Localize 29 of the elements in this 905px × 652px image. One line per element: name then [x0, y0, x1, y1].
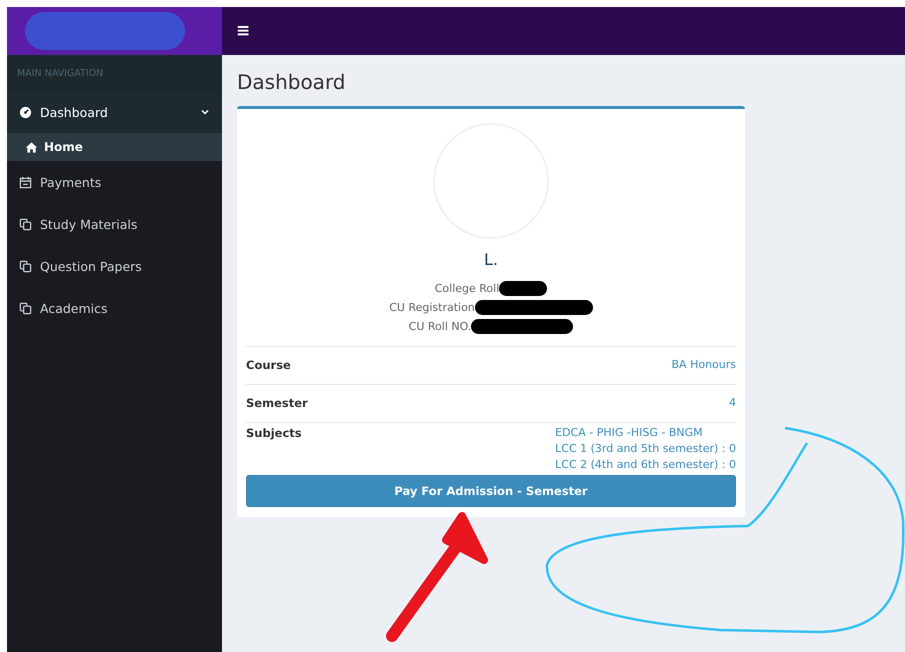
home-icon: [25, 140, 38, 154]
detail-value: LCC 2 (4th and 6th semester) : 0: [555, 458, 736, 471]
pay-button[interactable]: Pay For Admission - Semester: [246, 475, 736, 507]
chevron-icon: [200, 107, 210, 117]
detail-label: Subjects: [246, 426, 302, 442]
gauge-icon: [19, 106, 32, 118]
copy-icon: [19, 260, 32, 272]
id-label: CU Roll NO.: [408, 320, 472, 333]
copy-icon: [19, 218, 32, 230]
nav-item[interactable]: Study Materials: [7, 203, 222, 245]
detail-label: Course: [246, 358, 291, 372]
calendar-icon: [19, 176, 32, 188]
nav-heading: MAIN NAVIGATION: [7, 55, 222, 91]
id-label: College Roll: [434, 282, 500, 295]
detail-label: Semester: [246, 396, 308, 410]
detail-value: LCC 1 (3rd and 5th semester) : 0: [555, 442, 736, 455]
detail-value: EDCA - PHIG -HISG - BNGM: [555, 426, 704, 439]
detail-value: 4: [729, 396, 736, 409]
profile-name: L.: [484, 250, 498, 269]
nav-item[interactable]: Dashboard: [7, 91, 222, 133]
copy-icon: [19, 302, 32, 314]
page-title: Dashboard: [237, 70, 347, 94]
menu-icon[interactable]: ≡: [236, 21, 250, 41]
nav-item[interactable]: Academics: [7, 287, 222, 329]
id-label: CU Registration: [389, 301, 475, 314]
nav-item[interactable]: Payments: [7, 161, 222, 203]
detail-value: BA Honours: [672, 358, 736, 371]
nav-subitem[interactable]: Home: [7, 133, 222, 161]
nav-item[interactable]: Question Papers: [7, 245, 222, 287]
